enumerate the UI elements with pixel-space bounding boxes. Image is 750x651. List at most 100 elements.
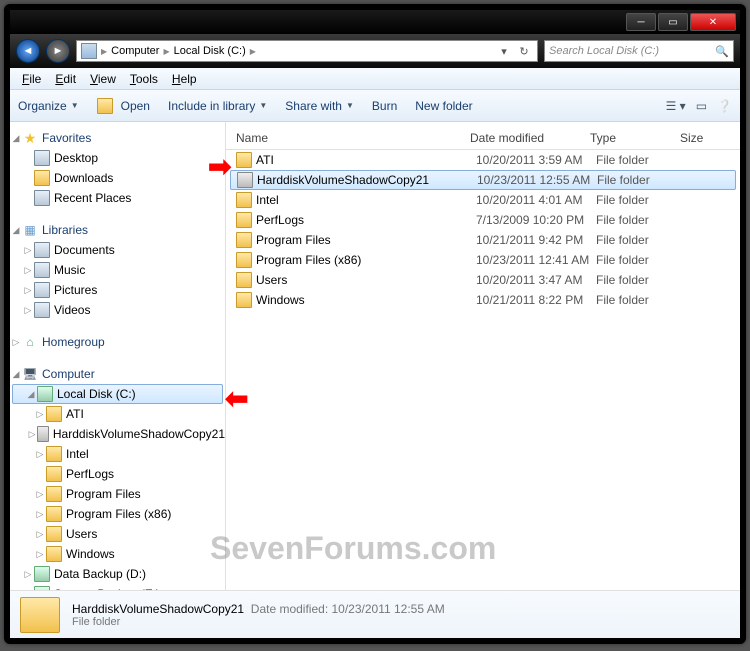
maximize-button[interactable]: ▭	[658, 13, 688, 31]
chevron-right-icon[interactable]: ▶	[161, 47, 171, 56]
refresh-icon[interactable]: ↻	[515, 45, 533, 58]
sidebar-item-documents[interactable]: Documents	[54, 243, 115, 257]
documents-icon	[34, 242, 50, 258]
collapse-icon[interactable]: ◢	[25, 389, 37, 400]
expand-icon[interactable]: ▷	[22, 305, 34, 316]
sidebar-item-databackup[interactable]: Data Backup (D:)	[54, 567, 146, 581]
sidebar-item-localdisk[interactable]: Local Disk (C:)	[57, 387, 136, 401]
sidebar-item[interactable]: HarddiskVolumeShadowCopy21	[53, 427, 225, 441]
preview-pane-icon[interactable]: ▭	[696, 99, 707, 113]
sidebar-item[interactable]: ATI	[66, 407, 84, 421]
minimize-button[interactable]: ─	[626, 13, 656, 31]
folder-icon	[236, 272, 252, 288]
sidebar-item[interactable]: Program Files (x86)	[66, 507, 171, 521]
file-row[interactable]: HarddiskVolumeShadowCopy2110/23/2011 12:…	[230, 170, 736, 190]
chevron-right-icon[interactable]: ▶	[99, 47, 109, 56]
expand-icon[interactable]: ▷	[34, 529, 46, 540]
file-name: Program Files	[256, 233, 331, 247]
back-button[interactable]: ◄	[16, 39, 40, 63]
collapse-icon[interactable]: ◢	[10, 369, 22, 380]
sidebar-item[interactable]: Program Files	[66, 487, 141, 501]
sidebar-item[interactable]: Intel	[66, 447, 89, 461]
search-placeholder: Search Local Disk (C:)	[549, 45, 659, 57]
address-bar: ◄ ► ▶ Computer ▶ Local Disk (C:) ▶ ▾ ↻ S…	[10, 34, 740, 68]
expand-icon[interactable]: ▷	[28, 429, 37, 440]
file-date: 10/20/2011 3:59 AM	[476, 153, 596, 167]
folder-icon	[236, 192, 252, 208]
file-row[interactable]: Program Files10/21/2011 9:42 PMFile fold…	[226, 230, 740, 250]
expand-icon[interactable]: ▷	[34, 549, 46, 560]
folder-icon	[46, 406, 62, 422]
folder-icon	[236, 232, 252, 248]
search-icon[interactable]: 🔍	[715, 45, 729, 58]
chevron-right-icon[interactable]: ▶	[248, 47, 258, 56]
status-type: File folder	[72, 616, 445, 628]
expand-icon[interactable]: ▷	[22, 245, 34, 256]
sidebar-item-pictures[interactable]: Pictures	[54, 283, 97, 297]
folder-icon	[46, 446, 62, 462]
sidebar-item-downloads[interactable]: Downloads	[54, 171, 113, 185]
expand-icon[interactable]: ▷	[10, 337, 22, 348]
folder-icon	[20, 597, 60, 633]
libraries-heading[interactable]: Libraries	[42, 223, 88, 237]
menu-tools[interactable]: Tools	[124, 70, 164, 88]
expand-icon[interactable]: ▷	[34, 489, 46, 500]
file-row[interactable]: Windows10/21/2011 8:22 PMFile folder	[226, 290, 740, 310]
collapse-icon[interactable]: ◢	[10, 225, 22, 236]
breadcrumb-dropdown-icon[interactable]: ▾	[495, 45, 513, 58]
new-folder-button[interactable]: New folder	[415, 99, 472, 113]
menu-view[interactable]: View	[84, 70, 122, 88]
homegroup-heading[interactable]: Homegroup	[42, 335, 105, 349]
expand-icon[interactable]: ▷	[22, 265, 34, 276]
column-name[interactable]: Name	[226, 131, 470, 145]
computer-heading[interactable]: Computer	[42, 367, 95, 381]
drive-icon	[34, 566, 50, 582]
breadcrumb-part[interactable]: Computer	[111, 45, 159, 57]
file-row[interactable]: Users10/20/2011 3:47 AMFile folder	[226, 270, 740, 290]
file-row[interactable]: Intel10/20/2011 4:01 AMFile folder	[226, 190, 740, 210]
sidebar-item-videos[interactable]: Videos	[54, 303, 90, 317]
file-row[interactable]: PerfLogs7/13/2009 10:20 PMFile folder	[226, 210, 740, 230]
column-size[interactable]: Size	[680, 131, 740, 145]
help-icon[interactable]: ❔	[717, 99, 732, 113]
menu-edit[interactable]: Edit	[49, 70, 82, 88]
close-button[interactable]: ✕	[690, 13, 736, 31]
breadcrumb-part[interactable]: Local Disk (C:)	[174, 45, 246, 57]
menu-help[interactable]: Help	[166, 70, 203, 88]
favorites-heading[interactable]: Favorites	[42, 131, 91, 145]
file-name: ATI	[256, 153, 274, 167]
sidebar-item[interactable]: Windows	[66, 547, 115, 561]
breadcrumb[interactable]: ▶ Computer ▶ Local Disk (C:) ▶ ▾ ↻	[76, 40, 538, 62]
sidebar-item[interactable]: PerfLogs	[66, 467, 114, 481]
file-date: 10/21/2011 9:42 PM	[476, 233, 596, 247]
expand-icon[interactable]: ▷	[34, 409, 46, 420]
sidebar-item[interactable]: Users	[66, 527, 97, 541]
view-options-icon[interactable]: ☰ ▾	[666, 99, 686, 113]
expand-icon[interactable]: ▷	[22, 285, 34, 296]
sidebar-item-recent[interactable]: Recent Places	[54, 191, 131, 205]
file-type: File folder	[596, 253, 686, 267]
collapse-icon[interactable]: ◢	[10, 133, 22, 144]
expand-icon[interactable]: ▷	[34, 509, 46, 520]
expand-icon[interactable]: ▷	[34, 449, 46, 460]
column-type[interactable]: Type	[590, 131, 680, 145]
search-input[interactable]: Search Local Disk (C:) 🔍	[544, 40, 734, 62]
file-row[interactable]: ATI10/20/2011 3:59 AMFile folder	[226, 150, 740, 170]
organize-button[interactable]: Organize ▼	[18, 99, 79, 113]
sidebar-item-music[interactable]: Music	[54, 263, 85, 277]
sidebar-item-desktop[interactable]: Desktop	[54, 151, 98, 165]
column-date[interactable]: Date modified	[470, 131, 590, 145]
expand-icon[interactable]: ▷	[22, 569, 34, 580]
pictures-icon	[34, 282, 50, 298]
share-with-button[interactable]: Share with ▼	[285, 99, 354, 113]
recent-icon	[34, 190, 50, 206]
open-button[interactable]: Open	[97, 98, 150, 114]
burn-button[interactable]: Burn	[372, 99, 397, 113]
menu-file[interactable]: File	[16, 70, 47, 88]
folder-icon	[46, 466, 62, 482]
videos-icon	[34, 302, 50, 318]
titlebar: ─ ▭ ✕	[10, 10, 740, 34]
forward-button[interactable]: ►	[46, 39, 70, 63]
include-library-button[interactable]: Include in library ▼	[168, 99, 267, 113]
file-row[interactable]: Program Files (x86)10/23/2011 12:41 AMFi…	[226, 250, 740, 270]
